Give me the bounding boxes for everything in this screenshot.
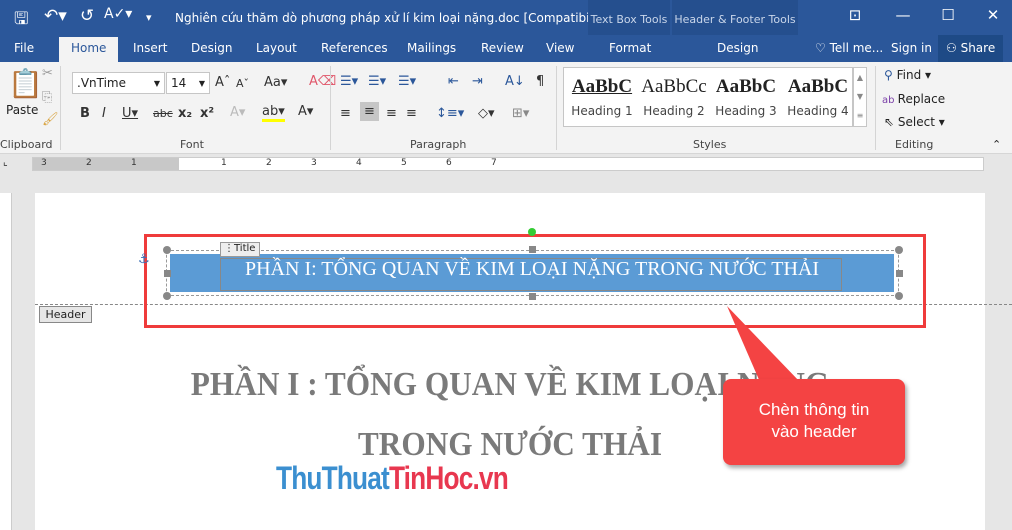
callout-line2: vào header: [771, 422, 857, 441]
callout-line1: Chèn thông tin: [758, 400, 870, 419]
callout-bubble: Chèn thông tin vào header: [723, 379, 905, 465]
